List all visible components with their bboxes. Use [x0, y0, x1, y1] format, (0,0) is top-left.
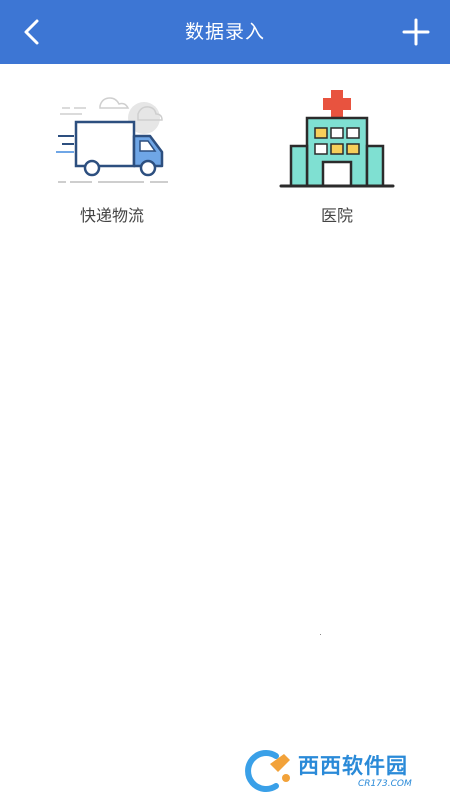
- watermark-domain: CR173.COM: [358, 779, 412, 789]
- stray-dot: [320, 634, 321, 635]
- plus-icon: [402, 18, 430, 46]
- delivery-truck-icon: [56, 97, 168, 183]
- top-app-bar: 数据录入: [0, 0, 450, 64]
- watermark-emblem-icon: [245, 750, 290, 792]
- data-entry-screen: 数据录入 快递物流 医院 西西软件园 CR173.COM: [0, 0, 450, 800]
- category-tile-express-logistics[interactable]: 快递物流: [27, 78, 197, 238]
- watermark-logo: 西西软件园 CR173.COM: [240, 748, 436, 794]
- category-label: 快递物流: [79, 206, 144, 225]
- page-title: 数据录入: [184, 21, 265, 43]
- category-label: 医院: [320, 206, 353, 225]
- watermark-brand: 西西软件园: [298, 754, 408, 778]
- hospital-icon: [279, 90, 395, 188]
- add-button[interactable]: [398, 14, 434, 50]
- category-tile-hospital[interactable]: 医院: [252, 78, 422, 238]
